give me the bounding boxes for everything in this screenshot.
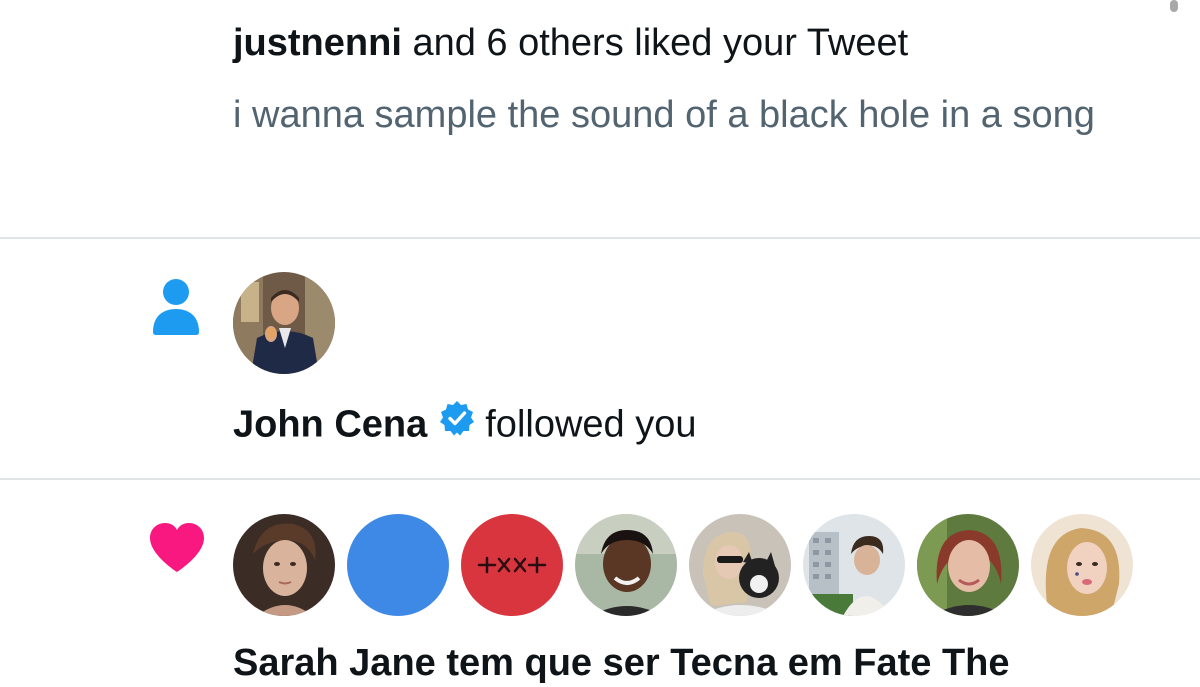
avatar[interactable] xyxy=(347,514,449,616)
avatar[interactable] xyxy=(803,514,905,616)
avatar[interactable] xyxy=(461,514,563,616)
verified-badge-icon xyxy=(439,400,475,447)
avatar[interactable] xyxy=(917,514,1019,616)
notification-header: John Cena followed you xyxy=(233,400,697,453)
avatar[interactable] xyxy=(233,514,335,616)
heart-icon xyxy=(148,522,206,579)
follow-notification[interactable]: John Cena followed you xyxy=(0,239,1200,478)
avatar[interactable] xyxy=(1031,514,1133,616)
notification-header: justnenni and 6 others liked your Tweet xyxy=(233,20,908,66)
notifications-page: justnenni and 6 others liked your Tweet … xyxy=(0,0,1200,687)
like-notification[interactable]: Sarah Jane tem que ser Tecna em Fate The xyxy=(0,480,1200,687)
like-notification[interactable]: justnenni and 6 others liked your Tweet … xyxy=(0,0,1200,238)
actor-name[interactable]: John Cena xyxy=(233,404,427,446)
action-text: and 6 others liked your Tweet xyxy=(401,22,909,64)
action-text: followed you xyxy=(485,403,697,446)
tweet-preview[interactable]: Sarah Jane tem que ser Tecna em Fate The xyxy=(233,640,1010,686)
avatar[interactable] xyxy=(689,514,791,616)
avatar[interactable] xyxy=(233,272,335,374)
actor-name[interactable]: justnenni xyxy=(233,22,402,64)
tweet-preview[interactable]: i wanna sample the sound of a black hole… xyxy=(233,84,1153,146)
avatar[interactable] xyxy=(575,514,677,616)
person-icon xyxy=(150,277,202,342)
